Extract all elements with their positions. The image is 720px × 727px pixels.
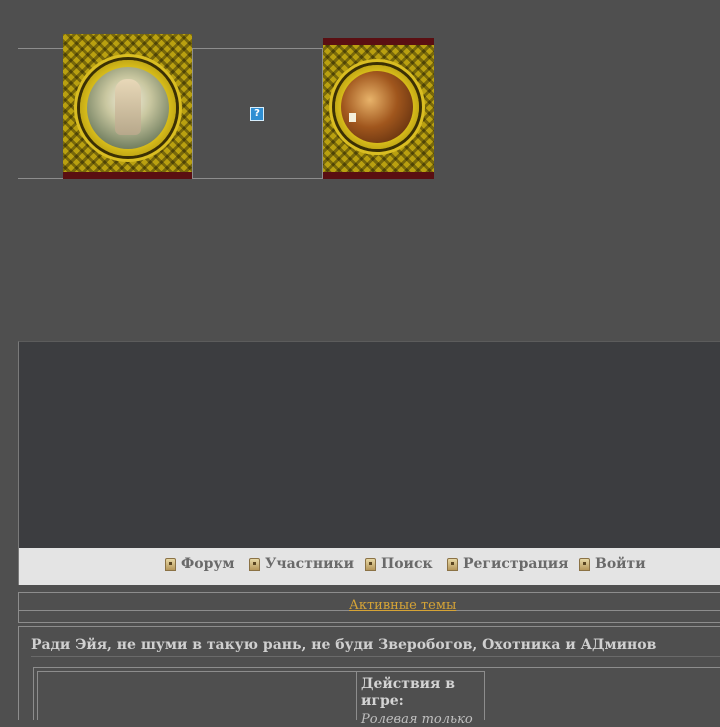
post-cell-left	[37, 671, 357, 720]
medallion-portrait-image	[63, 34, 192, 179]
members-icon	[249, 557, 260, 571]
active-topics-link[interactable]: Активные темы	[349, 598, 456, 613]
login-icon	[579, 557, 590, 571]
nav-register[interactable]: Регистрация	[447, 556, 569, 572]
nav-login-label: Войти	[595, 556, 646, 572]
post-table: Действия в игре: Ролевая только	[33, 667, 720, 727]
title-underline	[31, 656, 720, 657]
nav-search-label: Поиск	[381, 556, 433, 572]
nav-members[interactable]: Участники	[249, 556, 354, 572]
nav-members-label: Участники	[265, 556, 355, 572]
main-navbar: Форум Участники Поиск Регистрация Войти	[18, 548, 720, 585]
forum-icon	[165, 557, 176, 571]
search-icon	[365, 557, 376, 571]
nav-forum[interactable]: Форум	[165, 556, 235, 572]
nav-register-label: Регистрация	[463, 556, 569, 572]
active-topics-row: Активные темы	[18, 592, 720, 623]
banner-divider	[192, 48, 193, 179]
nav-login[interactable]: Войти	[579, 556, 646, 572]
nav-search[interactable]: Поиск	[365, 556, 433, 572]
nav-forum-label: Форум	[181, 556, 235, 572]
cell-heading: Действия в игре:	[361, 676, 455, 709]
medallion-amber-image	[323, 38, 434, 179]
help-icon[interactable]: ?	[250, 107, 264, 121]
header-panel	[18, 341, 720, 549]
topic-container: Ради Эйя, не шуми в такую рань, не буди …	[18, 626, 720, 727]
register-icon	[447, 557, 458, 571]
topic-title: Ради Эйя, не шуми в такую рань, не буди …	[31, 637, 657, 653]
post-cell-info: Действия в игре: Ролевая только	[356, 671, 485, 727]
